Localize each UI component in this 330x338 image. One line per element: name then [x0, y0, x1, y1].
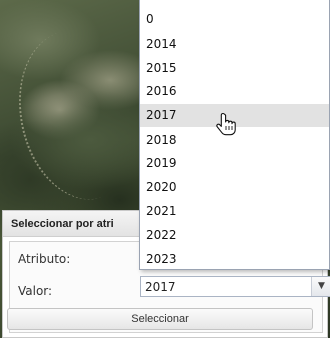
hand-pointer-icon: [216, 112, 236, 136]
select-button[interactable]: Seleccionar: [7, 308, 313, 330]
dropdown-option[interactable]: 0: [140, 8, 329, 31]
value-select-text: 2017: [145, 280, 176, 294]
dropdown-option[interactable]: 2021: [140, 200, 329, 223]
dropdown-option[interactable]: 2020: [140, 176, 329, 199]
dropdown-option[interactable]: 2019: [140, 152, 329, 175]
value-label: Valor:: [18, 284, 53, 298]
chevron-down-icon[interactable]: ▼: [311, 277, 330, 296]
dropdown-option[interactable]: 2023: [140, 248, 329, 271]
dropdown-option[interactable]: 2014: [140, 33, 329, 56]
dropdown-option[interactable]: 2015: [140, 57, 329, 80]
dropdown-option[interactable]: 2022: [140, 224, 329, 247]
dropdown-option[interactable]: 2016: [140, 80, 329, 103]
value-select[interactable]: 2017 ▼: [140, 276, 330, 297]
attribute-label: Atributo:: [18, 252, 71, 266]
